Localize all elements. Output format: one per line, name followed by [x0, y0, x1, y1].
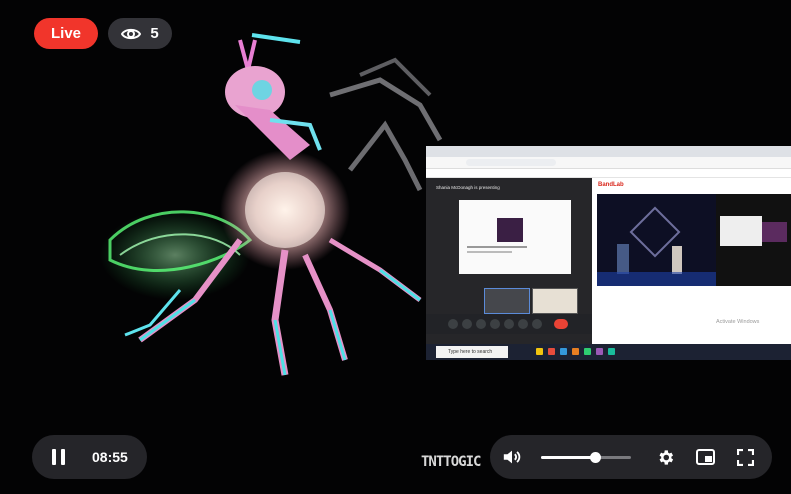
volume-button[interactable]	[502, 447, 522, 467]
document-image	[497, 218, 523, 242]
more-options-button[interactable]	[532, 319, 542, 329]
participant-tile[interactable]	[484, 288, 530, 314]
volume-icon	[503, 450, 521, 464]
captions-button[interactable]	[476, 319, 486, 329]
participant-tile[interactable]	[532, 288, 578, 314]
shared-document	[459, 200, 571, 274]
mic-button[interactable]	[448, 319, 458, 329]
raise-hand-button[interactable]	[518, 319, 528, 329]
volume-slider[interactable]	[541, 452, 631, 463]
screen-share-view: Shania McDonagh is presenting BandLab Ac…	[426, 146, 791, 360]
app-icon[interactable]	[572, 348, 579, 355]
present-button[interactable]	[504, 319, 514, 329]
channel-logo: TNTTOGIC	[421, 454, 481, 470]
app-icon[interactable]	[548, 348, 555, 355]
picture-in-picture-icon	[695, 449, 715, 465]
app-icon[interactable]	[584, 348, 591, 355]
elapsed-time: 08:55	[92, 449, 128, 465]
bandlab-side-panel	[716, 194, 791, 286]
bandlab-logo: BandLab	[598, 182, 624, 188]
fullscreen-icon	[736, 448, 754, 466]
settings-button[interactable]	[655, 447, 675, 467]
volume-slider-handle[interactable]	[590, 452, 601, 463]
bandlab-video	[597, 194, 716, 286]
live-badge: Live	[34, 18, 98, 49]
presenting-status: Shania McDonagh is presenting	[436, 185, 500, 190]
app-icon[interactable]	[608, 348, 615, 355]
fullscreen-button[interactable]	[735, 447, 755, 467]
meet-window: Shania McDonagh is presenting	[426, 146, 592, 360]
miniplayer-button[interactable]	[695, 447, 715, 467]
camera-button[interactable]	[462, 319, 472, 329]
activation-watermark: Activate Windows	[716, 319, 760, 325]
player-settings-controls	[490, 435, 772, 479]
viewer-count-badge: 5	[108, 18, 172, 49]
viewer-count: 5	[150, 25, 159, 42]
pause-button[interactable]	[48, 443, 74, 471]
taskbar-search[interactable]: Type here to search	[436, 346, 508, 358]
gear-icon	[658, 449, 673, 465]
app-icon[interactable]	[596, 348, 603, 355]
playback-controls: 08:55	[32, 435, 147, 479]
app-icon[interactable]	[536, 348, 543, 355]
video-player[interactable]: Shania McDonagh is presenting BandLab Ac…	[0, 0, 791, 494]
app-icon[interactable]	[560, 348, 567, 355]
volume-slider-fill	[541, 456, 595, 459]
eye-icon	[121, 28, 142, 39]
emoji-button[interactable]	[490, 319, 500, 329]
end-call-button[interactable]	[554, 319, 568, 329]
